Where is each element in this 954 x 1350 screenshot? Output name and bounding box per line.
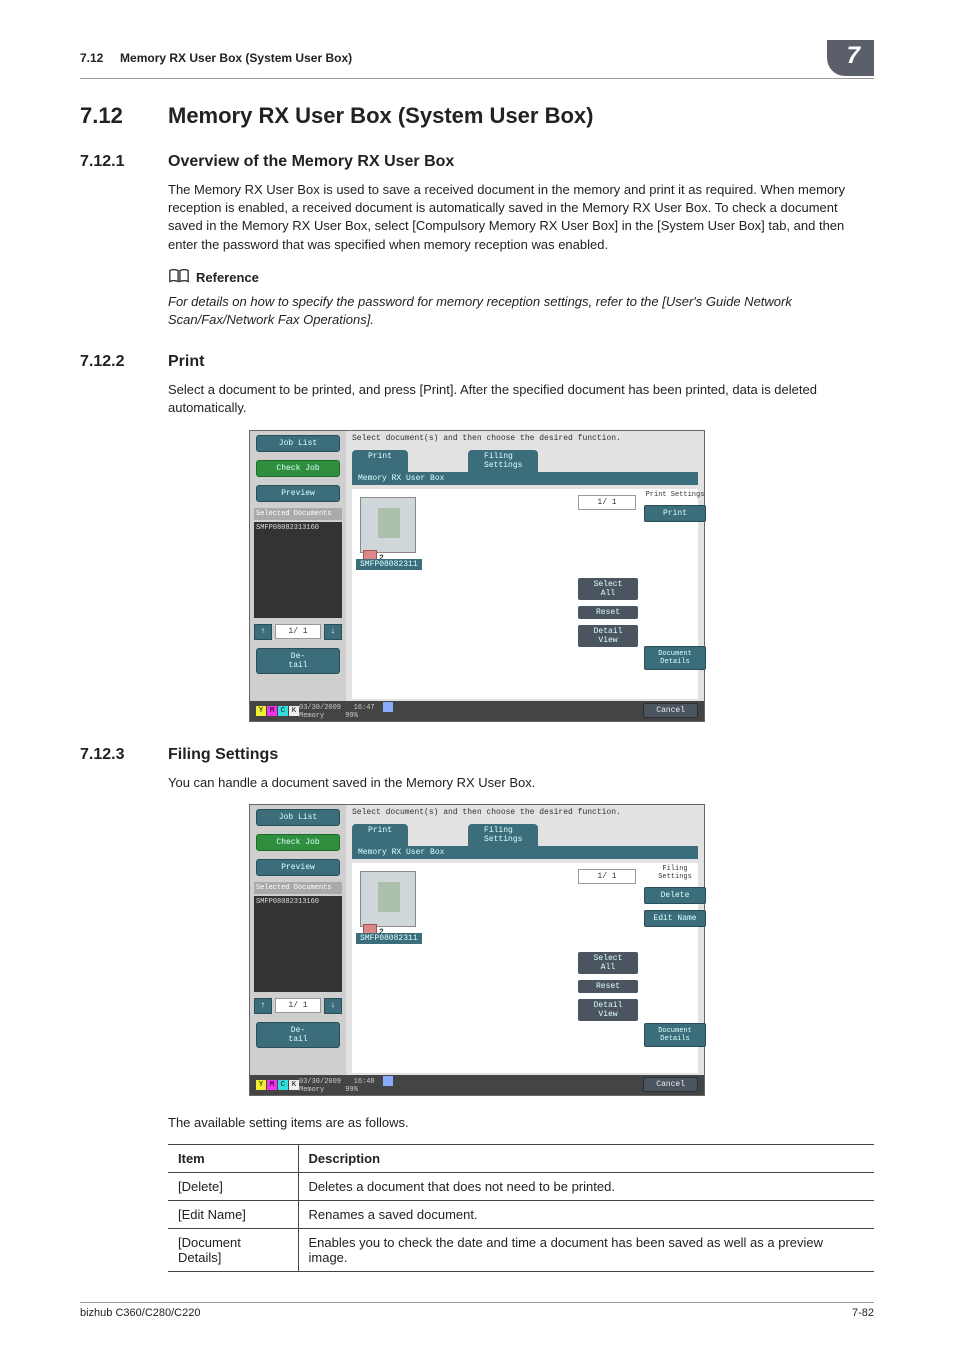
page-up-icon[interactable]: ↑ [254, 624, 272, 640]
status-icon [383, 702, 393, 712]
book-icon [168, 268, 190, 287]
paragraph: Select a document to be printed, and pre… [168, 381, 874, 417]
selected-document-name: SMFP08082313160 [254, 522, 342, 618]
left-pager: 1/ 1 [275, 998, 321, 1013]
paragraph: The Memory RX User Box is used to save a… [168, 181, 874, 254]
document-thumbnail[interactable]: 2 [360, 871, 416, 927]
header-section-no: 7.12 [80, 51, 103, 65]
table-cell: [Delete] [168, 1172, 298, 1200]
reference-heading: Reference [168, 268, 874, 287]
screenshot-print: Job List Check Job Preview Selected Docu… [249, 430, 705, 722]
reference-label: Reference [196, 270, 259, 285]
filing-settings-label: Filing Settings [644, 865, 706, 881]
settings-table: Item Description [Delete] Deletes a docu… [168, 1144, 874, 1272]
subtab-memory-rx: Memory RX User Box [352, 472, 698, 485]
document-details-button[interactable]: Document Details [644, 1023, 706, 1047]
h2-number: 7.12.1 [80, 153, 168, 171]
preview-button[interactable]: Preview [256, 485, 340, 502]
cancel-button[interactable]: Cancel [643, 1077, 698, 1092]
detail-button[interactable]: De- tail [256, 648, 340, 674]
selected-documents-label: Selected Documents [254, 882, 342, 894]
reset-button[interactable]: Reset [578, 606, 638, 619]
job-list-button[interactable]: Job List [256, 435, 340, 452]
thumbnail-label: SMFP08082311 [356, 559, 422, 570]
select-all-button[interactable]: Select All [578, 578, 638, 600]
table-cell: Enables you to check the date and time a… [298, 1228, 874, 1271]
screenshot-filing: Job List Check Job Preview Selected Docu… [249, 804, 705, 1096]
page-down-icon[interactable]: ↓ [324, 998, 342, 1014]
status-bar-info: 03/30/2009 16:47 Memory 99% [299, 702, 393, 720]
instruction-text: Select document(s) and then choose the d… [346, 805, 704, 820]
footer-page: 7-82 [852, 1307, 874, 1319]
h2-title: Filing Settings [168, 746, 278, 764]
running-header: 7.12 Memory RX User Box (System User Box… [80, 40, 874, 79]
h1-title: Memory RX User Box (System User Box) [168, 103, 593, 129]
table-row: [Edit Name] Renames a saved document. [168, 1200, 874, 1228]
reference-text: For details on how to specify the passwo… [168, 293, 874, 329]
table-cell: Renames a saved document. [298, 1200, 874, 1228]
chapter-badge: 7 [827, 40, 874, 76]
status-icon [383, 1076, 393, 1086]
detail-button[interactable]: De- tail [256, 1022, 340, 1048]
selected-document-name: SMFP08082313160 [254, 896, 342, 992]
toner-levels: Y M C K [256, 706, 299, 716]
delete-button[interactable]: Delete [644, 887, 706, 904]
h2-title: Print [168, 353, 204, 371]
reset-button[interactable]: Reset [578, 980, 638, 993]
check-job-button[interactable]: Check Job [256, 460, 340, 477]
tab-filing-settings[interactable]: Filing Settings [468, 824, 538, 846]
thumbnail-label: SMFP08082311 [356, 933, 422, 944]
h2-title: Overview of the Memory RX User Box [168, 153, 454, 171]
table-cell: Deletes a document that does not need to… [298, 1172, 874, 1200]
tab-print[interactable]: Print [352, 450, 408, 472]
subtab-memory-rx: Memory RX User Box [352, 846, 698, 859]
paragraph: You can handle a document saved in the M… [168, 774, 874, 792]
tab-filing-settings[interactable]: Filing Settings [468, 450, 538, 472]
edit-name-button[interactable]: Edit Name [644, 910, 706, 927]
preview-button[interactable]: Preview [256, 859, 340, 876]
footer-model: bizhub C360/C280/C220 [80, 1307, 200, 1319]
h2-number: 7.12.3 [80, 746, 168, 764]
h1-number: 7.12 [80, 103, 168, 129]
table-cell: [Edit Name] [168, 1200, 298, 1228]
print-settings-label: Print Settings [644, 491, 706, 499]
left-pager: 1/ 1 [275, 624, 321, 639]
status-bar-info: 03/30/2009 16:48 Memory 99% [299, 1076, 393, 1094]
h2-number: 7.12.2 [80, 353, 168, 371]
job-list-button[interactable]: Job List [256, 809, 340, 826]
cancel-button[interactable]: Cancel [643, 703, 698, 718]
tab-print[interactable]: Print [352, 824, 408, 846]
print-button[interactable]: Print [644, 505, 706, 522]
body-pager: 1/ 1 [578, 495, 636, 510]
document-thumbnail[interactable]: 2 [360, 497, 416, 553]
detail-view-button[interactable]: Detail View [578, 625, 638, 647]
table-row: [Delete] Deletes a document that does no… [168, 1172, 874, 1200]
toner-levels: Y M C K [256, 1080, 299, 1090]
page-footer: bizhub C360/C280/C220 7-82 [80, 1302, 874, 1319]
table-header-item: Item [168, 1144, 298, 1172]
page-up-icon[interactable]: ↑ [254, 998, 272, 1014]
table-row: [Document Details] Enables you to check … [168, 1228, 874, 1271]
page-down-icon[interactable]: ↓ [324, 624, 342, 640]
table-cell: [Document Details] [168, 1228, 298, 1271]
paragraph: The available setting items are as follo… [168, 1114, 874, 1132]
table-header-description: Description [298, 1144, 874, 1172]
check-job-button[interactable]: Check Job [256, 834, 340, 851]
instruction-text: Select document(s) and then choose the d… [346, 431, 704, 446]
body-pager: 1/ 1 [578, 869, 636, 884]
selected-documents-label: Selected Documents [254, 508, 342, 520]
select-all-button[interactable]: Select All [578, 952, 638, 974]
header-running-title: Memory RX User Box (System User Box) [120, 51, 352, 65]
detail-view-button[interactable]: Detail View [578, 999, 638, 1021]
document-details-button[interactable]: Document Details [644, 646, 706, 670]
